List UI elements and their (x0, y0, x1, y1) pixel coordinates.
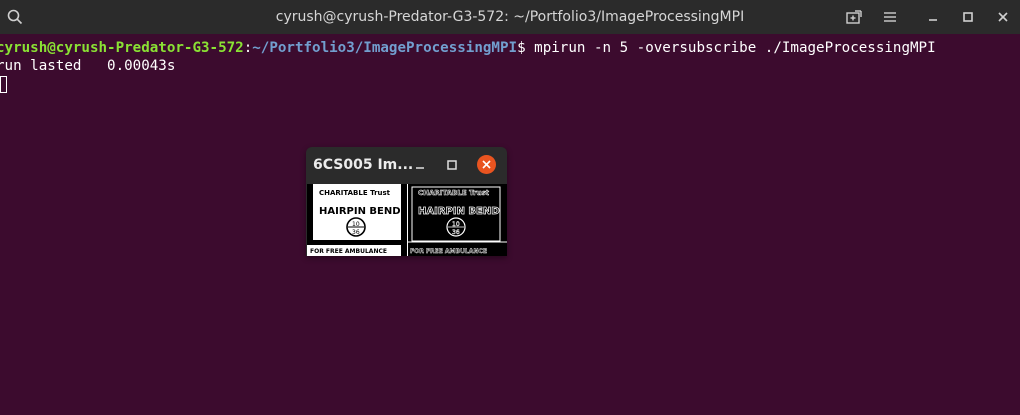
image-window[interactable]: 6CS005 Im... CHARITABLE Trust HAIRPIN BE… (306, 147, 507, 256)
window-title: cyrush@cyrush-Predator-G3-572: ~/Portfol… (275, 9, 745, 25)
image-pane-left: CHARITABLE Trust HAIRPIN BEND 10 36 FOR … (307, 184, 407, 256)
image-window-maximize-icon[interactable] (443, 156, 461, 174)
maximize-icon[interactable] (957, 6, 979, 28)
terminal-area[interactable]: cyrush@cyrush-Predator-G3-572:~/Portfoli… (0, 34, 1020, 415)
processed-image: CHARITABLE Trust HAIRPIN BEND 10 36 FOR … (307, 184, 507, 256)
sign-top-text-left: CHARITABLE Trust (319, 189, 391, 197)
prompt-colon: : (243, 40, 253, 56)
image-window-minimize-icon[interactable] (411, 156, 429, 174)
new-tab-icon[interactable] (843, 6, 865, 28)
text-cursor (0, 76, 7, 93)
image-window-close-icon[interactable] (477, 155, 496, 174)
prompt-path: ~/Portfolio3/ImageProcessingMPI (252, 40, 518, 56)
command-text: mpirun -n 5 -oversubscribe ./ImageProces… (534, 40, 936, 56)
prompt-symbol: $ (517, 40, 535, 56)
prompt-user-host: cyrush@cyrush-Predator-G3-572 (0, 40, 244, 56)
sign-main-text-right: HAIRPIN BEND (418, 206, 500, 217)
close-icon[interactable] (992, 6, 1014, 28)
command-line: cyrush@cyrush-Predator-G3-572:~/Portfoli… (0, 39, 936, 57)
sign-number-top-right: 10 (452, 221, 460, 228)
title-bar: cyrush@cyrush-Predator-G3-572: ~/Portfol… (0, 0, 1020, 34)
sign-number-bottom-left: 36 (352, 229, 360, 236)
sign-number-top-left: 10 (352, 221, 360, 228)
minimize-icon[interactable] (922, 6, 944, 28)
menu-icon[interactable] (879, 6, 901, 28)
sign-bottom-text-right: FOR FREE AMBULANCE (410, 248, 487, 255)
sign-number-bottom-right: 36 (452, 229, 460, 236)
output-line: run lasted 0.00043s (0, 58, 176, 74)
image-window-title: 6CS005 Im... (313, 157, 414, 173)
sign-top-text-right: CHARITABLE Trust (418, 189, 490, 197)
sign-main-text-left: HAIRPIN BEND (319, 206, 401, 217)
sign-bottom-text-left: FOR FREE AMBULANCE (310, 248, 387, 255)
image-pane-right: CHARITABLE Trust HAIRPIN BEND 10 36 FOR … (408, 184, 507, 256)
